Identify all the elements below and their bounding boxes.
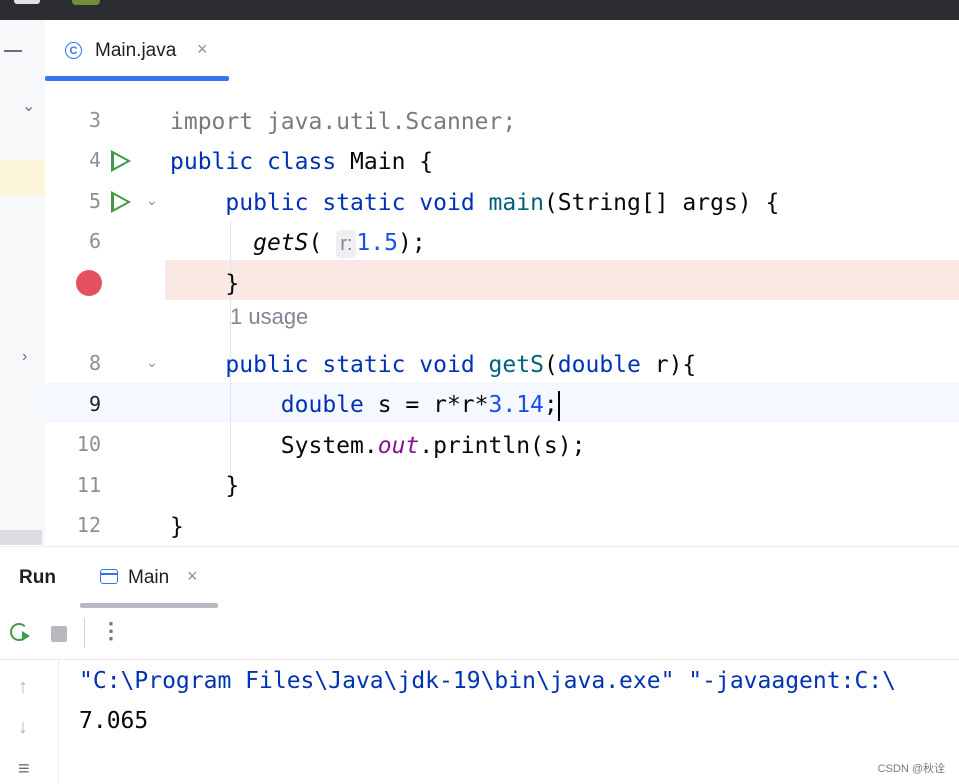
static-field: out — [377, 433, 420, 459]
line-number: 11 — [76, 473, 101, 497]
line-number: 3 — [88, 108, 101, 132]
paren: ( — [543, 352, 558, 378]
soft-wrap-icon[interactable]: ≡ — [18, 758, 30, 781]
watermark: CSDN @秋诠 — [877, 763, 945, 775]
scrolled-line-fragment — [170, 82, 770, 88]
fold-icon[interactable]: ⌄ — [146, 354, 158, 371]
console-window-icon — [100, 569, 118, 584]
line-number: 8 — [88, 351, 101, 375]
chevron-down-icon[interactable]: ⌄ — [22, 96, 35, 116]
run-tab-main[interactable]: Main × — [80, 547, 218, 608]
method-call: getS — [253, 230, 309, 256]
tool-window-strip: ⌄ › — [0, 20, 46, 545]
code-line-8[interactable]: public static void getS(double r){ — [170, 345, 696, 385]
paren: ); — [397, 230, 426, 256]
menu-icon[interactable] — [14, 0, 40, 4]
tab-label: Main.java — [95, 40, 177, 61]
close-icon[interactable]: × — [187, 566, 198, 587]
run-panel-header: Run Main × — [0, 546, 959, 609]
line-number: 6 — [88, 229, 101, 253]
keyword: class — [266, 149, 337, 175]
class-c-icon: C — [65, 42, 82, 59]
stop-icon[interactable] — [51, 626, 67, 642]
line-number: 12 — [76, 513, 101, 537]
params: r){ — [640, 352, 697, 378]
method-call: .println(s); — [419, 433, 586, 459]
number-literal: 3.14 — [488, 392, 544, 418]
down-arrow-icon[interactable]: ↓ — [18, 716, 28, 739]
method-name: getS — [488, 352, 544, 378]
line-number: 10 — [76, 432, 101, 456]
line-number: 4 — [88, 148, 101, 172]
keyword: static — [322, 190, 406, 216]
more-options-icon[interactable]: ⋮ — [100, 618, 122, 644]
keyword: double — [280, 392, 364, 418]
code-line-7[interactable]: } — [170, 264, 239, 304]
keyword: public — [225, 190, 309, 216]
chevron-right-icon[interactable]: › — [22, 348, 27, 366]
code-line-3[interactable]: import java.util.Scanner; — [170, 102, 516, 142]
code-editor[interactable]: import java.util.Scanner; public class M… — [165, 82, 959, 545]
line-number-current: 9 — [88, 392, 101, 416]
breakpoint-line-highlight — [165, 260, 959, 300]
console-command-line: "C:\Program Files\Java\jdk-19\bin\java.e… — [79, 668, 896, 694]
minimize-icon[interactable] — [4, 50, 22, 52]
line-number: 5 — [88, 189, 101, 213]
expression: s = r*r* — [363, 392, 489, 418]
text-caret — [557, 390, 560, 421]
editor-gutter[interactable]: 3 4 5 ⌄ 6 8 ⌄ 9 10 11 12 — [45, 82, 165, 545]
run-main-icon-inner — [114, 195, 127, 209]
run-class-icon-inner — [114, 154, 127, 168]
semicolon: ; — [543, 392, 558, 418]
keyword: void — [419, 352, 475, 378]
class-decl: Main { — [336, 149, 434, 175]
number-literal: 1.5 — [356, 230, 398, 256]
project-badge[interactable] — [72, 0, 100, 5]
code-line-10[interactable]: System.out.println(s); — [170, 426, 586, 466]
code-line-5[interactable]: public static void main(String[] args) { — [170, 183, 779, 223]
active-tab-indicator — [45, 76, 229, 81]
selected-project-item[interactable] — [0, 160, 45, 196]
run-panel-title: Run — [19, 567, 56, 588]
horizontal-scrollbar[interactable] — [0, 530, 42, 545]
console-side-toolbar: ↑ ↓ ≡ — [0, 660, 59, 784]
console-output[interactable]: "C:\Program Files\Java\jdk-19\bin\java.e… — [59, 660, 959, 784]
keyword: import — [170, 109, 254, 135]
console-output-line: 7.065 — [79, 708, 149, 734]
keyword: public — [170, 149, 254, 175]
parameter-hint: r: — [336, 230, 357, 258]
paren: ( — [308, 230, 323, 256]
run-toolbar: ⋮ — [0, 608, 959, 660]
code-line-9[interactable]: double s = r*r*3.14; — [170, 385, 560, 425]
params: (String[] args) { — [543, 190, 780, 216]
breakpoint-icon[interactable] — [76, 270, 102, 296]
toolbar-separator — [84, 618, 85, 648]
usage-hint[interactable]: 1 usage — [230, 304, 308, 330]
method-name: main — [488, 190, 544, 216]
code-line-11[interactable]: } — [170, 466, 239, 506]
import-path: java.util.Scanner; — [253, 109, 517, 135]
close-icon[interactable]: × — [197, 39, 208, 60]
title-bar — [0, 0, 959, 20]
run-tab-label: Main — [128, 567, 170, 588]
code-line-6[interactable]: getS( r: 1.5); — [170, 223, 426, 263]
rerun-icon-arrow — [22, 631, 30, 641]
fold-icon[interactable]: ⌄ — [146, 192, 158, 209]
up-arrow-icon[interactable]: ↑ — [18, 676, 28, 699]
keyword: static — [322, 352, 406, 378]
code-line-4[interactable]: public class Main { — [170, 142, 433, 182]
tab-main-java[interactable]: C Main.java × — [45, 20, 229, 82]
keyword: void — [419, 190, 475, 216]
class-ref: System. — [280, 433, 378, 459]
keyword: public — [225, 352, 309, 378]
keyword: double — [557, 352, 641, 378]
code-line-12[interactable]: } — [170, 507, 184, 545]
editor-tab-bar: C Main.java × — [45, 20, 959, 83]
